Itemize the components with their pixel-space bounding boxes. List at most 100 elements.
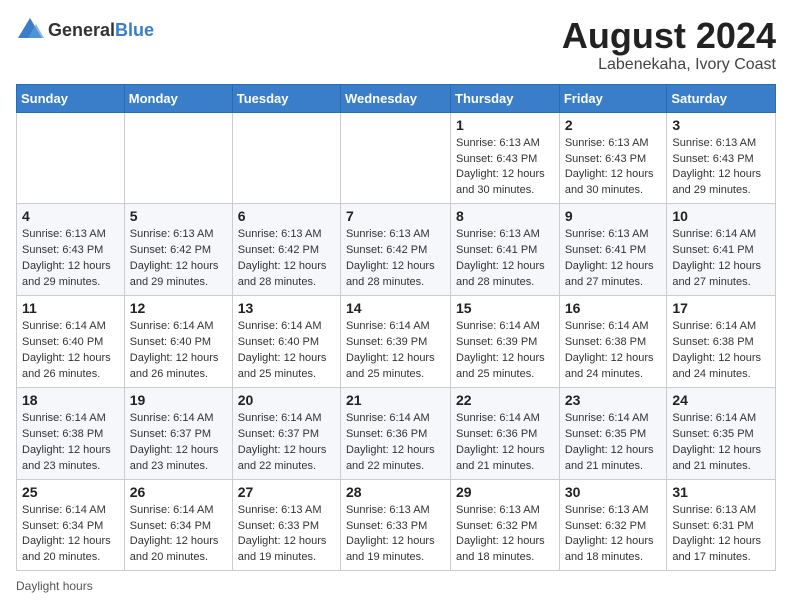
calendar-cell: 23Sunrise: 6:14 AMSunset: 6:35 PMDayligh…	[559, 387, 667, 479]
day-info: Sunrise: 6:14 AMSunset: 6:40 PMDaylight:…	[238, 319, 335, 383]
day-info: Sunrise: 6:13 AMSunset: 6:33 PMDaylight:…	[346, 503, 445, 567]
calendar-cell: 13 Sunrise: 6:14 AMSunset: 6:40 PMDayligh…	[232, 296, 340, 388]
calendar-cell: 3 Sunrise: 6:13 AMSunset: 6:43 PMDaylight…	[667, 112, 776, 204]
calendar-cell: 17Sunrise: 6:14 AMSunset: 6:38 PMDayligh…	[667, 296, 776, 388]
calendar-cell: 9Sunrise: 6:13 AMSunset: 6:41 PMDaylight…	[559, 204, 667, 296]
day-number: 29	[456, 484, 554, 500]
calendar-cell	[17, 112, 125, 204]
calendar-cell: 8Sunrise: 6:13 AMSunset: 6:41 PMDaylight…	[451, 204, 560, 296]
day-number: 31	[672, 484, 770, 500]
calendar-cell	[232, 112, 340, 204]
calendar-header: Sunday Monday Tuesday Wednesday Thursday…	[17, 84, 776, 112]
calendar-cell: 29 Sunrise: 6:13 AMSunset: 6:32 PMDayligh…	[451, 479, 560, 571]
header-wednesday: Wednesday	[340, 84, 450, 112]
day-number: 19	[130, 392, 227, 408]
header-sunday: Sunday	[17, 84, 125, 112]
day-info: Sunrise: 6:14 AMSunset: 6:35 PMDaylight:…	[672, 411, 770, 475]
day-info: Sunrise: 6:13 AMSunset: 6:41 PMDaylight:…	[565, 227, 662, 291]
calendar-cell: 22 Sunrise: 6:14 AMSunset: 6:36 PMDayligh…	[451, 387, 560, 479]
header-thursday: Thursday	[451, 84, 560, 112]
calendar-cell: 15Sunrise: 6:14 AMSunset: 6:39 PMDayligh…	[451, 296, 560, 388]
day-number: 6	[238, 208, 335, 224]
calendar-cell: 26 Sunrise: 6:14 AMSunset: 6:34 PMDayligh…	[124, 479, 232, 571]
day-info: Sunrise: 6:14 AMSunset: 6:36 PMDaylight:…	[346, 411, 445, 475]
day-info: Sunrise: 6:14 AMSunset: 6:40 PMDaylight:…	[130, 319, 227, 383]
calendar-cell	[124, 112, 232, 204]
calendar-cell: 31 Sunrise: 6:13 AMSunset: 6:31 PMDayligh…	[667, 479, 776, 571]
day-number: 20	[238, 392, 335, 408]
day-info: Sunrise: 6:13 AMSunset: 6:31 PMDaylight:…	[672, 503, 770, 567]
calendar-table: Sunday Monday Tuesday Wednesday Thursday…	[16, 84, 776, 572]
day-number: 21	[346, 392, 445, 408]
calendar-cell: 20 Sunrise: 6:14 AMSunset: 6:37 PMDayligh…	[232, 387, 340, 479]
calendar-cell: 5Sunrise: 6:13 AMSunset: 6:42 PMDaylight…	[124, 204, 232, 296]
day-number: 10	[672, 208, 770, 224]
day-info: Sunrise: 6:14 AMSunset: 6:40 PMDaylight:…	[22, 319, 119, 383]
calendar-cell: 28 Sunrise: 6:13 AMSunset: 6:33 PMDayligh…	[340, 479, 450, 571]
day-number: 14	[346, 300, 445, 316]
calendar-cell: 25 Sunrise: 6:14 AMSunset: 6:34 PMDayligh…	[17, 479, 125, 571]
logo-icon	[16, 16, 44, 44]
day-number: 16	[565, 300, 662, 316]
day-number: 24	[672, 392, 770, 408]
day-info: Sunrise: 6:14 AMSunset: 6:38 PMDaylight:…	[565, 319, 662, 383]
day-info: Sunrise: 6:13 AMSunset: 6:43 PMDaylight:…	[456, 136, 554, 200]
calendar-cell: 21 Sunrise: 6:14 AMSunset: 6:36 PMDayligh…	[340, 387, 450, 479]
day-info: Sunrise: 6:13 AMSunset: 6:32 PMDaylight:…	[456, 503, 554, 567]
day-number: 8	[456, 208, 554, 224]
header-friday: Friday	[559, 84, 667, 112]
day-number: 5	[130, 208, 227, 224]
calendar-cell: 11 Sunrise: 6:14 AMSunset: 6:40 PMDayligh…	[17, 296, 125, 388]
day-number: 27	[238, 484, 335, 500]
day-info: Sunrise: 6:13 AMSunset: 6:42 PMDaylight:…	[346, 227, 445, 291]
day-number: 25	[22, 484, 119, 500]
day-number: 28	[346, 484, 445, 500]
day-info: Sunrise: 6:14 AMSunset: 6:39 PMDaylight:…	[346, 319, 445, 383]
day-number: 4	[22, 208, 119, 224]
day-number: 13	[238, 300, 335, 316]
calendar-cell: 19 Sunrise: 6:14 AMSunset: 6:37 PMDayligh…	[124, 387, 232, 479]
day-info: Sunrise: 6:14 AMSunset: 6:36 PMDaylight:…	[456, 411, 554, 475]
calendar-cell: 16 Sunrise: 6:14 AMSunset: 6:38 PMDayligh…	[559, 296, 667, 388]
day-info: Sunrise: 6:13 AMSunset: 6:43 PMDaylight:…	[22, 227, 119, 291]
calendar-cell: 12 Sunrise: 6:14 AMSunset: 6:40 PMDayligh…	[124, 296, 232, 388]
header-saturday: Saturday	[667, 84, 776, 112]
day-info: Sunrise: 6:14 AMSunset: 6:35 PMDaylight:…	[565, 411, 662, 475]
day-info: Sunrise: 6:14 AMSunset: 6:41 PMDaylight:…	[672, 227, 770, 291]
day-number: 11	[22, 300, 119, 316]
calendar-cell: 4 Sunrise: 6:13 AMSunset: 6:43 PMDaylight…	[17, 204, 125, 296]
day-info: Sunrise: 6:14 AMSunset: 6:37 PMDaylight:…	[238, 411, 335, 475]
calendar-cell: 24 Sunrise: 6:14 AMSunset: 6:35 PMDayligh…	[667, 387, 776, 479]
day-info: Sunrise: 6:14 AMSunset: 6:38 PMDaylight:…	[22, 411, 119, 475]
day-info: Sunrise: 6:14 AMSunset: 6:34 PMDaylight:…	[22, 503, 119, 567]
day-info: Sunrise: 6:13 AMSunset: 6:32 PMDaylight:…	[565, 503, 662, 567]
calendar-cell: 14 Sunrise: 6:14 AMSunset: 6:39 PMDayligh…	[340, 296, 450, 388]
calendar-body: 1 Sunrise: 6:13 AMSunset: 6:43 PMDaylight…	[17, 112, 776, 571]
calendar-cell: 10 Sunrise: 6:14 AMSunset: 6:41 PMDayligh…	[667, 204, 776, 296]
day-number: 12	[130, 300, 227, 316]
logo-blue: Blue	[115, 20, 154, 40]
day-info: Sunrise: 6:14 AMSunset: 6:37 PMDaylight:…	[130, 411, 227, 475]
day-number: 26	[130, 484, 227, 500]
calendar-cell: 2Sunrise: 6:13 AMSunset: 6:43 PMDaylight…	[559, 112, 667, 204]
calendar-cell: 1 Sunrise: 6:13 AMSunset: 6:43 PMDaylight…	[451, 112, 560, 204]
day-number: 1	[456, 117, 554, 133]
page-header: GeneralBlue August 2024 Labenekaha, Ivor…	[16, 16, 776, 74]
day-number: 18	[22, 392, 119, 408]
day-info: Sunrise: 6:14 AMSunset: 6:34 PMDaylight:…	[130, 503, 227, 567]
header-tuesday: Tuesday	[232, 84, 340, 112]
day-number: 30	[565, 484, 662, 500]
logo: GeneralBlue	[16, 16, 154, 44]
logo-general: General	[48, 20, 115, 40]
day-number: 3	[672, 117, 770, 133]
location-title: Labenekaha, Ivory Coast	[562, 56, 776, 74]
title-block: August 2024 Labenekaha, Ivory Coast	[562, 16, 776, 74]
day-number: 15	[456, 300, 554, 316]
day-info: Sunrise: 6:13 AMSunset: 6:43 PMDaylight:…	[672, 136, 770, 200]
calendar-cell: 30 Sunrise: 6:13 AMSunset: 6:32 PMDayligh…	[559, 479, 667, 571]
calendar-cell	[340, 112, 450, 204]
day-number: 7	[346, 208, 445, 224]
day-number: 22	[456, 392, 554, 408]
footer-note: Daylight hours	[16, 579, 776, 593]
calendar-cell: 6Sunrise: 6:13 AMSunset: 6:42 PMDaylight…	[232, 204, 340, 296]
